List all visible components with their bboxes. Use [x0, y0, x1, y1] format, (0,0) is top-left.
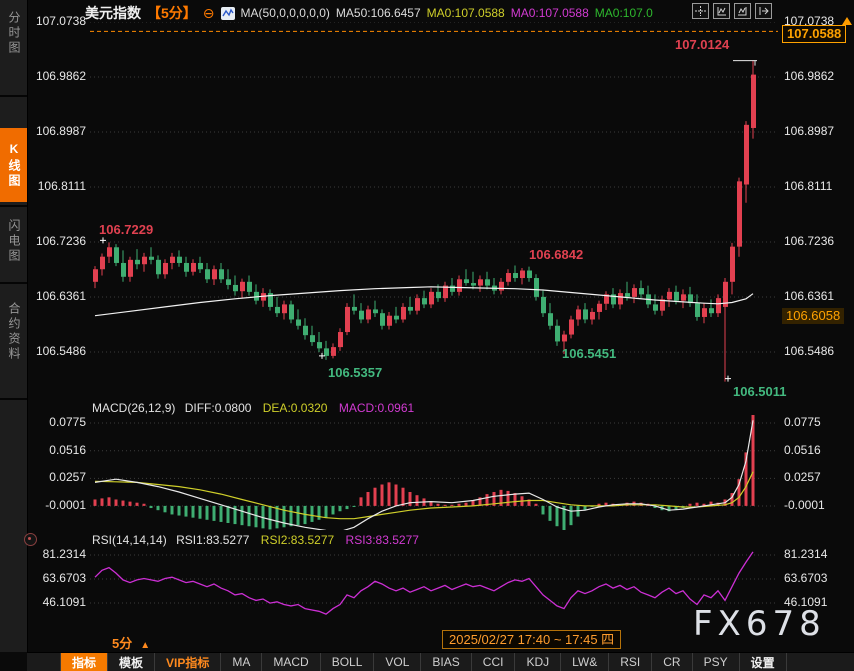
macd-axis-tick: 0.0775: [30, 415, 86, 429]
scale-right-icon[interactable]: [734, 3, 751, 19]
rsi-axis-tick: 63.6703: [30, 571, 86, 585]
toolbar-tab-MA[interactable]: MA: [221, 653, 262, 671]
sidebar-divider: [0, 95, 27, 97]
toolbar-tab-指标[interactable]: 指标: [61, 653, 108, 671]
sidebar-divider: [0, 398, 27, 400]
reference-price-tag: 106.6058: [782, 308, 844, 324]
sidebar: 分时图 K线图闪电图合约资料: [0, 0, 28, 652]
macd-axis-tick: -0.0001: [30, 498, 86, 512]
rsi-axis-tick: 46.1091: [784, 595, 852, 609]
macd-dea-value: DEA:0.0320: [263, 401, 328, 415]
toolbar-tab-LW&[interactable]: LW&: [561, 653, 609, 671]
sidebar-divider: [0, 282, 27, 284]
macd-header: MACD(26,12,9) DIFF:0.0800 DEA:0.0320 MAC…: [92, 401, 414, 415]
main-axis-tick: 106.8987: [784, 124, 852, 138]
toolbar-tab-RSI[interactable]: RSI: [609, 653, 652, 671]
rsi-axis-tick: 63.6703: [784, 571, 852, 585]
macd-axis-tick: 0.0775: [784, 415, 852, 429]
period-selector[interactable]: 5分 ▲: [112, 633, 150, 652]
macd-chart[interactable]: [90, 415, 778, 530]
watermark: FX678: [693, 604, 826, 644]
toolbar-tab-KDJ[interactable]: KDJ: [515, 653, 561, 671]
main-axis-tick: 106.5486: [784, 344, 852, 358]
toolbar-tab-设置[interactable]: 设置: [740, 653, 787, 671]
main-axis-tick: 106.8111: [30, 179, 86, 193]
main-axis-tick: 106.7236: [30, 234, 86, 248]
period-text: 5分: [112, 636, 132, 651]
rsi-axis-tick: 46.1091: [30, 595, 86, 609]
main-axis-tick: 106.6361: [784, 289, 852, 303]
main-axis-tick: 106.8987: [30, 124, 86, 138]
rsi-axis-tick: 81.2314: [30, 547, 86, 561]
main-axis-tick: 106.9862: [784, 69, 852, 83]
period-arrow-icon: ▲: [140, 640, 150, 651]
toolbar-tab-CCI[interactable]: CCI: [472, 653, 516, 671]
rsi-axis-tick: 81.2314: [784, 547, 852, 561]
indicator-toolbar: 指标模板VIP指标MAMACDBOLLVOLBIASCCIKDJLW&RSICR…: [27, 652, 854, 671]
ma50-value: MA50:106.6457: [336, 6, 421, 20]
sidebar-item-label: 闪电图: [0, 219, 27, 264]
pane-resize-icon[interactable]: [24, 533, 37, 546]
instrument-title: 美元指数: [85, 3, 141, 23]
macd-axis-tick: 0.0257: [30, 470, 86, 484]
main-axis-tick: 106.8111: [784, 179, 852, 193]
main-axis-tick: 106.7236: [784, 234, 852, 248]
period-tag: 【5分】: [147, 3, 197, 23]
rsi-chart[interactable]: [90, 546, 778, 632]
macd-diff-value: DIFF:0.0800: [185, 401, 252, 415]
ma0-magenta-value: MA0:107.0588: [511, 6, 589, 20]
sidebar-item-4[interactable]: 合约资料: [0, 284, 27, 380]
main-axis-tick: 107.0738: [784, 14, 852, 28]
toolbar-tab-VOL[interactable]: VOL: [374, 653, 421, 671]
main-axis-tick: 106.5486: [30, 344, 86, 358]
sidebar-item-3[interactable]: 闪电图: [0, 210, 27, 272]
sidebar-item-2[interactable]: K线图: [0, 128, 27, 202]
macd-axis-tick: 0.0257: [784, 470, 852, 484]
move-chart-icon[interactable]: [692, 3, 709, 19]
ma0-green-value: MA0:107.0: [595, 6, 653, 20]
toolbar-spacer: [27, 653, 61, 671]
sidebar-divider: [0, 205, 27, 207]
rsi-header: RSI(14,14,14) RSI1:83.5277 RSI2:83.5277 …: [92, 533, 419, 547]
rsi1-value: RSI1:83.5277: [176, 533, 249, 547]
ma0-yellow-value: MA0:107.0588: [427, 6, 505, 20]
rsi3-value: RSI3:83.5277: [346, 533, 419, 547]
pan-right-icon[interactable]: [755, 3, 772, 19]
macd-axis-tick: -0.0001: [784, 498, 852, 512]
macd-axis-tick: 0.0516: [784, 443, 852, 457]
rsi2-value: RSI2:83.5277: [261, 533, 334, 547]
toolbar-tab-VIP指标[interactable]: VIP指标: [155, 653, 221, 671]
collapse-icon[interactable]: ⊖: [203, 6, 215, 20]
candlestick-chart[interactable]: [90, 22, 778, 397]
main-axis-tick: 106.9862: [30, 69, 86, 83]
main-axis-tick: 107.0738: [30, 14, 86, 28]
toolbar-tab-MACD[interactable]: MACD: [262, 653, 320, 671]
mini-chart-icon[interactable]: [221, 7, 235, 20]
scale-left-icon[interactable]: [713, 3, 730, 19]
rsi-label: RSI(14,14,14): [92, 533, 167, 547]
chart-app: 分时图 K线图闪电图合约资料 美元指数 【5分】 ⊖ MA(50,0,0,0,0,…: [0, 0, 854, 671]
crosshair-timestamp: 2025/02/27 17:40 ~ 17:45 四: [442, 630, 621, 649]
macd-axis-tick: 0.0516: [30, 443, 86, 457]
macd-hist-value: MACD:0.0961: [339, 401, 414, 415]
sidebar-item-label: 分时图: [0, 11, 27, 56]
toolbar-tab-BOLL[interactable]: BOLL: [321, 653, 375, 671]
ma-settings-label: MA(50,0,0,0,0,0): [241, 6, 330, 20]
toolbar-tab-CR[interactable]: CR: [652, 653, 692, 671]
chart-tools: [692, 3, 772, 19]
sidebar-item-1[interactable]: 分时图: [0, 4, 27, 62]
sidebar-item-label: 合约资料: [0, 302, 27, 362]
main-axis-tick: 106.6361: [30, 289, 86, 303]
macd-label: MACD(26,12,9): [92, 401, 175, 415]
toolbar-tab-PSY[interactable]: PSY: [693, 653, 740, 671]
sidebar-item-label: K线图: [0, 142, 27, 189]
toolbar-tab-模板[interactable]: 模板: [108, 653, 155, 671]
toolbar-tab-BIAS[interactable]: BIAS: [421, 653, 471, 671]
